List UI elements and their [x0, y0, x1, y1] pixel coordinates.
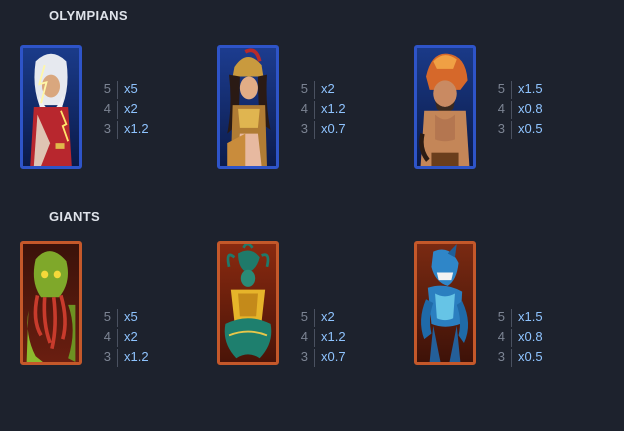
divider	[511, 81, 512, 99]
divider	[511, 349, 512, 367]
divider	[511, 329, 512, 347]
payout-row: 5 x5	[101, 79, 181, 99]
payout-multiplier: x2	[124, 101, 138, 116]
kraken-giant-paytable: 5 x5 4 x2 3 x1.2	[101, 307, 181, 367]
payout-row: 4 x2	[101, 99, 181, 119]
payout-row: 5 x2	[298, 79, 378, 99]
symbol-count: 3	[103, 349, 111, 364]
section-title-giants: GIANTS	[49, 209, 100, 224]
hercules-paytable: 5 x1.5 4 x0.8 3 x0.5	[495, 79, 575, 139]
symbol-count: 5	[497, 81, 505, 96]
payout-multiplier: x1.5	[518, 309, 543, 324]
payout-multiplier: x0.8	[518, 329, 543, 344]
hercules-icon	[414, 45, 476, 169]
shark-giant-paytable: 5 x1.5 4 x0.8 3 x0.5	[495, 307, 575, 367]
payout-row: 4 x1.2	[298, 327, 378, 347]
divider	[511, 101, 512, 119]
divider	[314, 121, 315, 139]
symbol-count: 3	[497, 121, 505, 136]
kraken-giant-icon	[20, 241, 82, 365]
payout-multiplier: x2	[321, 81, 335, 96]
divider	[314, 329, 315, 347]
payout-row: 3 x0.5	[495, 347, 575, 367]
symbol-count: 4	[300, 101, 308, 116]
divider	[117, 121, 118, 139]
gorgon-giant-icon	[217, 241, 279, 365]
symbol-count: 3	[103, 121, 111, 136]
payout-row: 3 x0.7	[298, 119, 378, 139]
payout-row: 3 x0.5	[495, 119, 575, 139]
payout-multiplier: x1.2	[321, 101, 346, 116]
payout-row: 3 x1.2	[101, 347, 181, 367]
gorgon-giant-paytable: 5 x2 4 x1.2 3 x0.7	[298, 307, 378, 367]
payout-multiplier: x0.8	[518, 101, 543, 116]
payout-row: 4 x0.8	[495, 327, 575, 347]
symbol-count: 3	[300, 121, 308, 136]
payout-row: 3 x0.7	[298, 347, 378, 367]
symbol-count: 5	[300, 309, 308, 324]
section-title-olympians: OLYMPIANS	[49, 8, 128, 23]
divider	[314, 101, 315, 119]
symbol-count: 5	[103, 81, 111, 96]
divider	[117, 349, 118, 367]
athena-paytable: 5 x2 4 x1.2 3 x0.7	[298, 79, 378, 139]
payout-multiplier: x2	[321, 309, 335, 324]
payout-multiplier: x5	[124, 309, 138, 324]
payout-multiplier: x0.5	[518, 349, 543, 364]
zeus-paytable: 5 x5 4 x2 3 x1.2	[101, 79, 181, 139]
divider	[117, 101, 118, 119]
payout-multiplier: x5	[124, 81, 138, 96]
divider	[511, 309, 512, 327]
payout-row: 4 x0.8	[495, 99, 575, 119]
symbol-count: 3	[497, 349, 505, 364]
divider	[117, 81, 118, 99]
payout-multiplier: x0.5	[518, 121, 543, 136]
divider	[511, 121, 512, 139]
symbol-count: 4	[497, 329, 505, 344]
payout-multiplier: x1.5	[518, 81, 543, 96]
payout-row: 5 x5	[101, 307, 181, 327]
symbol-count: 4	[497, 101, 505, 116]
shark-giant-icon	[414, 241, 476, 365]
athena-icon	[217, 45, 279, 169]
symbol-count: 5	[103, 309, 111, 324]
payout-multiplier: x1.2	[124, 121, 149, 136]
zeus-icon	[20, 45, 82, 169]
symbol-count: 5	[497, 309, 505, 324]
divider	[314, 81, 315, 99]
payout-row: 4 x2	[101, 327, 181, 347]
divider	[314, 309, 315, 327]
symbol-count: 4	[103, 329, 111, 344]
payout-multiplier: x1.2	[321, 329, 346, 344]
symbol-count: 4	[300, 329, 308, 344]
payout-multiplier: x1.2	[124, 349, 149, 364]
payout-row: 5 x1.5	[495, 79, 575, 99]
symbol-count: 5	[300, 81, 308, 96]
payout-row: 5 x2	[298, 307, 378, 327]
payout-multiplier: x0.7	[321, 121, 346, 136]
divider	[117, 309, 118, 327]
payout-row: 5 x1.5	[495, 307, 575, 327]
payout-row: 3 x1.2	[101, 119, 181, 139]
divider	[117, 329, 118, 347]
symbol-count: 3	[300, 349, 308, 364]
symbol-count: 4	[103, 101, 111, 116]
payout-multiplier: x0.7	[321, 349, 346, 364]
payout-row: 4 x1.2	[298, 99, 378, 119]
payout-multiplier: x2	[124, 329, 138, 344]
divider	[314, 349, 315, 367]
